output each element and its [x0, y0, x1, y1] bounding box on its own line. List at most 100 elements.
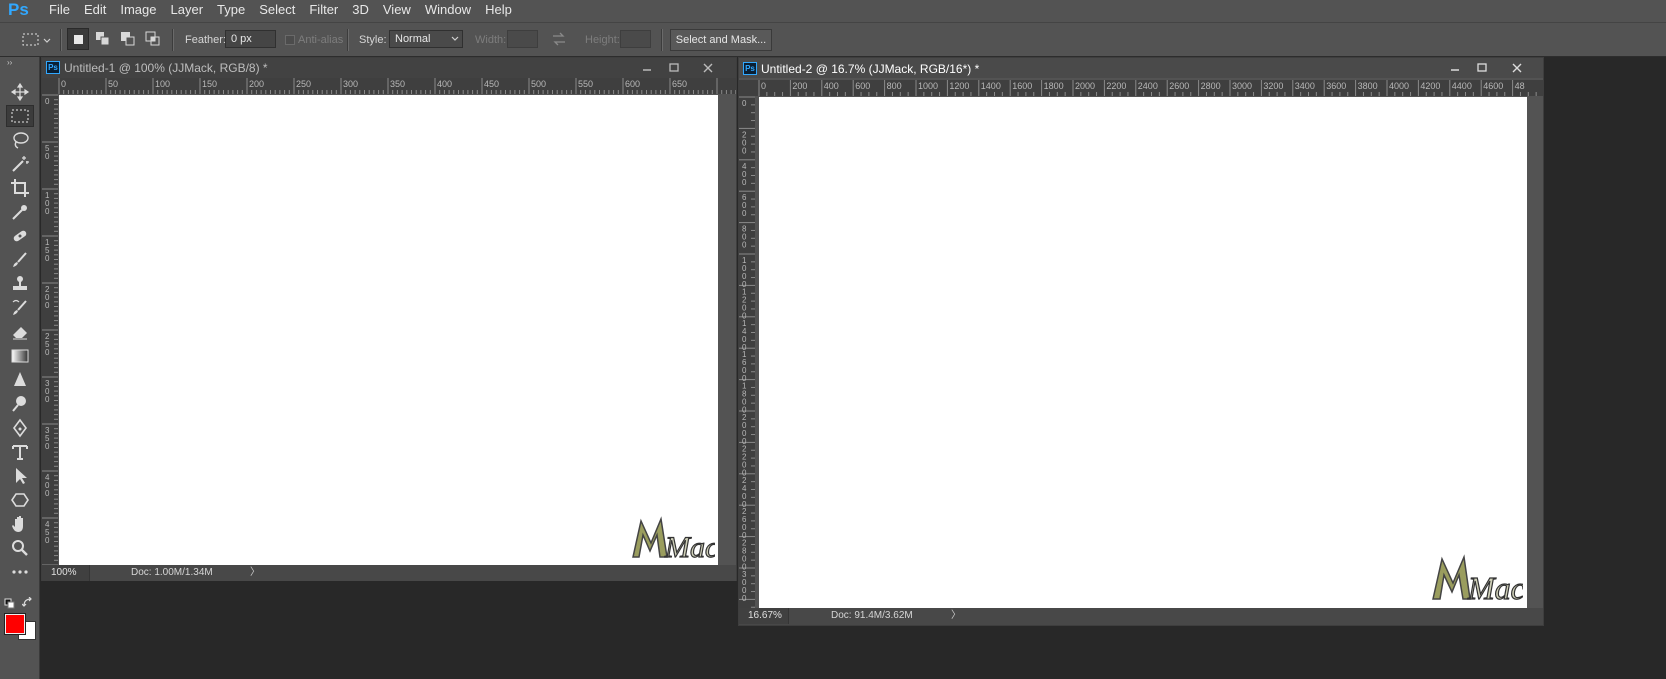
doc1-maximize-button[interactable] — [663, 59, 685, 76]
lasso-icon — [13, 132, 29, 149]
hand-tool[interactable] — [6, 513, 34, 535]
ruler-label: 100 — [155, 79, 170, 89]
gradient-icon — [11, 349, 29, 363]
menu-type[interactable]: Type — [210, 0, 252, 22]
doc2-doc-size: Doc: 91.4M/3.62M — [831, 610, 913, 621]
eyedropper-tool[interactable] — [6, 201, 34, 223]
type-tool[interactable] — [6, 441, 34, 463]
magic-wand-icon — [12, 156, 29, 172]
ruler-label: 3200 — [1263, 81, 1283, 91]
clone-stamp-tool[interactable] — [6, 273, 34, 295]
doc2-status-menu-icon[interactable]: 〉 — [951, 608, 961, 623]
doc2-maximize-button[interactable] — [1471, 59, 1493, 76]
shape-tool[interactable] — [6, 489, 34, 511]
antialias-label: Anti-alias — [298, 34, 344, 46]
ps-file-icon: Ps — [46, 61, 60, 74]
intersect-selection-button[interactable] — [142, 28, 164, 50]
add-to-selection-button[interactable] — [92, 28, 114, 50]
doc2-h-ruler-ticks: 0 200 400 600 800 1000 1200 1400 1600 1800 2000 220… — [758, 80, 1537, 96]
more-tools[interactable] — [6, 561, 34, 583]
ruler-label: 500 — [531, 79, 546, 89]
ruler-label: 350 — [390, 79, 405, 89]
doc2-vertical-ruler: 0200400600800100012001400160018002000220… — [739, 96, 755, 608]
default-colors-button[interactable] — [4, 598, 16, 613]
pen-tool[interactable] — [6, 417, 34, 439]
menu-filter[interactable]: Filter — [302, 0, 345, 22]
doc2-canvas[interactable]: Mack — [759, 97, 1540, 608]
close-icon — [1512, 63, 1522, 72]
doc1-status-menu-icon[interactable]: 〉 — [250, 565, 260, 580]
swap-colors-button[interactable] — [21, 596, 34, 612]
ruler-label: 3400 — [1295, 81, 1315, 91]
crop-tool[interactable] — [6, 177, 34, 199]
dodge-tool[interactable] — [6, 393, 34, 415]
path-selection-tool[interactable] — [6, 465, 34, 487]
ruler-label: 600 — [625, 79, 640, 89]
ruler-label: 1800 — [1044, 81, 1064, 91]
doc2-title-bar[interactable]: Ps Untitled-2 @ 16.7% (JJMack, RGB/16*) … — [739, 58, 1543, 78]
menu-edit[interactable]: Edit — [77, 0, 113, 22]
ruler-label: 0 — [742, 594, 747, 603]
ellipsis-icon — [12, 570, 28, 574]
antialias-checkbox[interactable] — [285, 35, 295, 45]
select-and-mask-button[interactable]: Select and Mask... — [670, 29, 772, 51]
collapse-panel-icon[interactable]: ›› — [7, 58, 12, 67]
new-selection-icon — [74, 35, 83, 44]
menu-view[interactable]: View — [376, 0, 418, 22]
doc2-v-ruler-ticks: 0200400600800100012001400160018002000220… — [739, 96, 755, 608]
feather-input[interactable]: 0 px — [225, 30, 276, 48]
doc2-close-button[interactable] — [1506, 59, 1528, 76]
dodge-icon — [12, 396, 26, 412]
eraser-tool[interactable] — [6, 321, 34, 343]
style-value: Normal — [395, 33, 431, 45]
doc2-title: Untitled-2 @ 16.7% (JJMack, RGB/16*) * — [761, 62, 980, 76]
ruler-label: 550 — [578, 79, 593, 89]
chevron-down-icon — [451, 36, 459, 41]
menu-image[interactable]: Image — [113, 0, 163, 22]
menu-window[interactable]: Window — [418, 0, 478, 22]
blur-tool[interactable] — [6, 369, 34, 391]
menu-help[interactable]: Help — [478, 0, 519, 22]
minimize-icon — [643, 68, 651, 71]
spot-healing-tool[interactable] — [6, 225, 34, 247]
doc1-canvas[interactable]: Mack — [59, 95, 733, 565]
menu-file[interactable]: File — [42, 0, 77, 22]
doc1-close-button[interactable] — [697, 59, 719, 76]
stamp-icon — [13, 276, 27, 290]
crop-icon — [11, 179, 29, 197]
brush-tool[interactable] — [6, 249, 34, 271]
ps-file-icon: Ps — [743, 62, 757, 75]
jjmack-logo: Mack — [632, 516, 733, 565]
width-input[interactable] — [507, 30, 538, 48]
subtract-from-selection-button[interactable] — [117, 28, 139, 50]
zoom-tool[interactable] — [6, 537, 34, 559]
ruler-label: 600 — [855, 81, 870, 91]
height-input[interactable] — [620, 30, 651, 48]
menu-3d[interactable]: 3D — [345, 0, 376, 22]
doc2-zoom-field[interactable]: 16.67% — [739, 608, 789, 624]
ruler-label: 650 — [672, 79, 687, 89]
blur-drop-icon — [14, 372, 26, 386]
doc1-zoom-field[interactable]: 100% — [42, 565, 90, 581]
doc1-minimize-button[interactable] — [636, 59, 658, 76]
move-tool[interactable] — [6, 81, 34, 103]
rectangular-marquee-tool[interactable] — [6, 105, 34, 127]
menu-select[interactable]: Select — [252, 0, 302, 22]
menu-layer[interactable]: Layer — [164, 0, 211, 22]
ruler-label: 3000 — [1232, 81, 1252, 91]
watermark-text: Mack — [1467, 570, 1523, 605]
intersect-selection-icon — [145, 31, 160, 46]
ruler-label: 2800 — [1201, 81, 1221, 91]
new-selection-button[interactable] — [67, 28, 89, 50]
doc2-minimize-button[interactable] — [1444, 59, 1466, 76]
gradient-tool[interactable] — [6, 345, 34, 367]
swap-width-height-button[interactable] — [551, 32, 567, 49]
ruler-label: 50 — [108, 79, 118, 89]
tool-preset-picker[interactable] — [20, 31, 54, 49]
doc1-title-bar[interactable]: Ps Untitled-1 @ 100% (JJMack, RGB/8) * — [42, 58, 736, 78]
lasso-tool[interactable] — [6, 129, 34, 151]
history-brush-tool[interactable] — [6, 297, 34, 319]
foreground-color-swatch[interactable] — [4, 613, 26, 635]
style-select[interactable]: Normal — [389, 30, 463, 48]
quick-selection-tool[interactable] — [6, 153, 34, 175]
